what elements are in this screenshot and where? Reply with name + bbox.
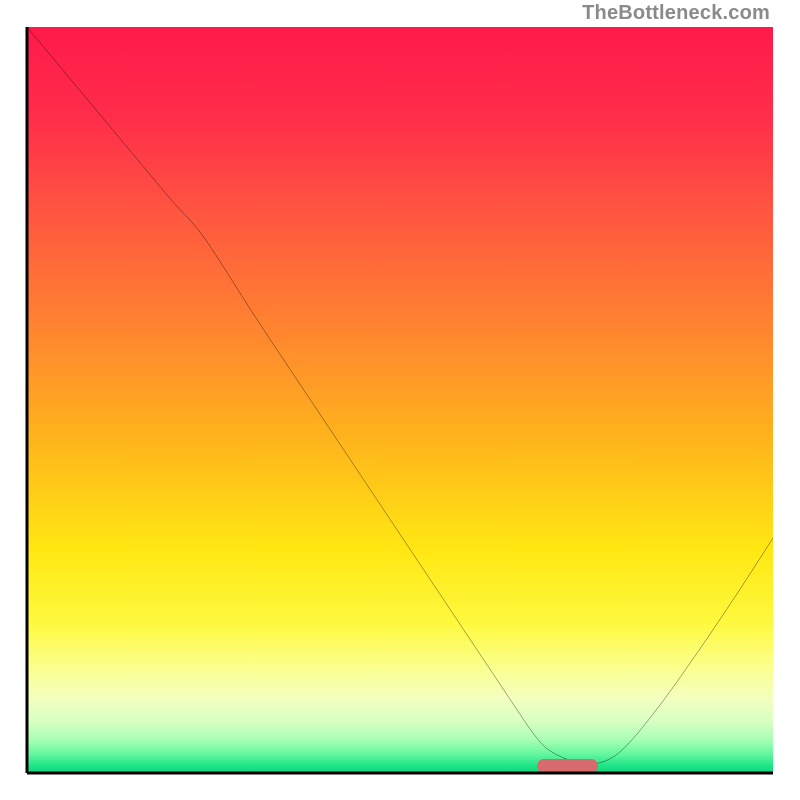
watermark: TheBottleneck.com — [582, 2, 770, 25]
chart-container: TheBottleneck.com — [0, 0, 800, 800]
axes — [0, 0, 800, 800]
